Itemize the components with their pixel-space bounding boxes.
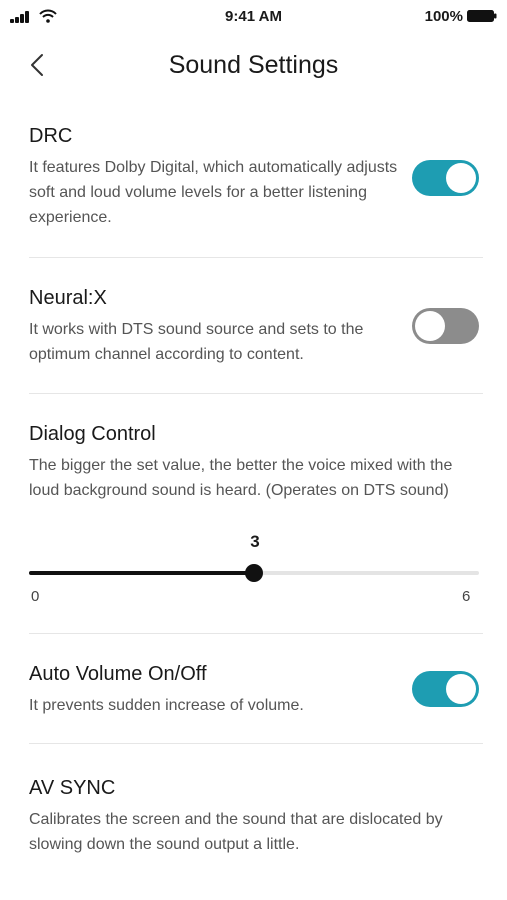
drc-title: DRC <box>29 125 73 147</box>
dialog-control-title: Dialog Control <box>29 423 156 445</box>
slider-max-label: 6 <box>462 588 471 605</box>
slider-fill <box>29 571 254 575</box>
dialog-control-section: Dialog Control The bigger the set value,… <box>29 423 483 503</box>
neural-x-toggle[interactable] <box>412 308 479 344</box>
auto-volume-description: It prevents sudden increase of volume. <box>29 697 304 714</box>
divider <box>29 257 483 258</box>
battery-percentage: 100% <box>424 8 463 25</box>
auto-volume-title: Auto Volume On/Off <box>29 663 207 685</box>
neural-x-section: Neural:X It works with DTS sound source … <box>29 287 399 367</box>
battery-icon <box>467 10 497 22</box>
drc-section: DRC It features Dolby Digital, which aut… <box>29 125 399 230</box>
dialog-control-value: 3 <box>250 532 260 551</box>
page-title: Sound Settings <box>168 51 339 79</box>
status-bar: 9:41 AM 100% <box>0 0 507 34</box>
toggle-knob <box>446 163 476 193</box>
auto-volume-toggle[interactable] <box>412 671 479 707</box>
dialog-control-slider[interactable] <box>29 564 479 582</box>
toggle-knob <box>415 311 445 341</box>
header: Sound Settings <box>0 40 507 90</box>
auto-volume-section: Auto Volume On/Off It prevents sudden in… <box>29 663 399 718</box>
slider-thumb[interactable] <box>245 564 263 582</box>
av-sync-title: AV SYNC <box>29 777 116 799</box>
neural-x-title: Neural:X <box>29 287 107 309</box>
av-sync-description: Calibrates the screen and the sound that… <box>29 811 443 853</box>
drc-description: It features Dolby Digital, which automat… <box>29 159 398 226</box>
divider <box>29 393 483 394</box>
drc-toggle[interactable] <box>412 160 479 196</box>
divider <box>29 633 483 634</box>
neural-x-description: It works with DTS sound source and sets … <box>29 321 364 363</box>
av-sync-section[interactable]: AV SYNC Calibrates the screen and the so… <box>29 777 483 857</box>
toggle-knob <box>446 674 476 704</box>
slider-min-label: 0 <box>31 588 40 605</box>
divider <box>29 743 483 744</box>
dialog-control-description: The bigger the set value, the better the… <box>29 457 453 499</box>
